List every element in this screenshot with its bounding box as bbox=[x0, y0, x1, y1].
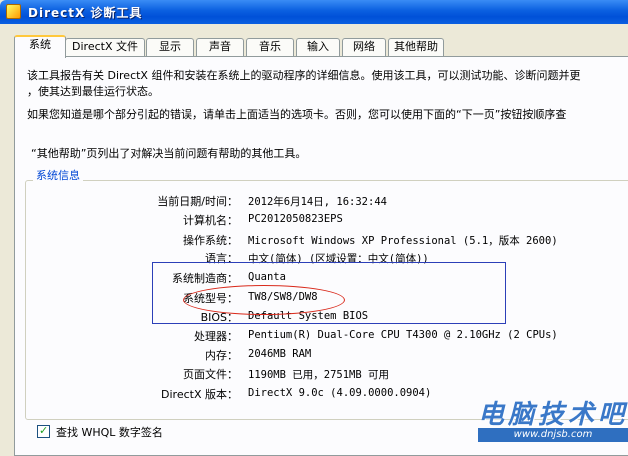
label-date-time: 当前日期/时间： bbox=[157, 195, 238, 208]
tab-input[interactable]: 输入 bbox=[296, 38, 340, 56]
intro-text-line1: 该工具报告有关 DirectX 组件和安装在系统上的驱动程序的详细信息。使用该工… bbox=[27, 69, 581, 82]
label-directx-version: DirectX 版本： bbox=[161, 388, 238, 401]
tab-more-help[interactable]: 其他帮助 bbox=[388, 38, 444, 56]
annotation-model-ellipse bbox=[183, 285, 345, 315]
tab-music[interactable]: 音乐 bbox=[246, 38, 294, 56]
value-date-time: 2012年6月14日, 16:32:44 bbox=[248, 196, 387, 208]
value-directx-version: DirectX 9.0c (4.09.0000.0904) bbox=[248, 387, 432, 399]
watermark-logo-text: 电脑技术吧 bbox=[478, 400, 628, 430]
system-info-group-label: 系统信息 bbox=[33, 167, 83, 183]
checkmark-icon: ✓ bbox=[39, 424, 49, 437]
label-processor: 处理器： bbox=[194, 330, 238, 343]
value-computer-name: PC2012050823EPS bbox=[248, 213, 343, 225]
label-computer-name: 计算机名： bbox=[183, 214, 238, 227]
intro-text-line4: “其他帮助”页列出了对解决当前问题有帮助的其他工具。 bbox=[31, 147, 307, 160]
tab-directx-files[interactable]: DirectX 文件 bbox=[65, 38, 145, 56]
label-memory: 内存： bbox=[205, 349, 238, 362]
intro-text-line3: 如果您知道是哪个部分引起的错误，请单击上面适当的选项卡。否则，您可以使用下面的“… bbox=[27, 108, 567, 121]
value-memory: 2046MB RAM bbox=[248, 348, 312, 360]
whql-checkbox-label[interactable]: 查找 WHQL 数字签名 bbox=[56, 424, 163, 440]
value-processor: Pentium(R) Dual-Core CPU T4300 @ 2.10GHz… bbox=[248, 329, 558, 341]
intro-text-line2: ，使其达到最佳运行状态。 bbox=[27, 85, 159, 98]
tab-network[interactable]: 网络 bbox=[342, 38, 386, 56]
label-os: 操作系统： bbox=[183, 234, 238, 247]
value-page-file: 1190MB 已用，2751MB 可用 bbox=[248, 369, 390, 381]
whql-checkbox[interactable]: ✓ bbox=[37, 424, 50, 438]
label-page-file: 页面文件： bbox=[183, 368, 238, 381]
window-title: DirectX 诊断工具 bbox=[28, 6, 143, 20]
title-bar[interactable]: DirectX 诊断工具 bbox=[0, 0, 628, 24]
tab-sound[interactable]: 声音 bbox=[196, 38, 244, 56]
value-os: Microsoft Windows XP Professional (5.1，版… bbox=[248, 235, 558, 247]
directx-app-icon bbox=[6, 4, 21, 19]
tab-system[interactable]: 系统 bbox=[14, 35, 66, 58]
watermark-url: www.dnjsb.com bbox=[478, 428, 628, 442]
tab-display[interactable]: 显示 bbox=[146, 38, 194, 56]
